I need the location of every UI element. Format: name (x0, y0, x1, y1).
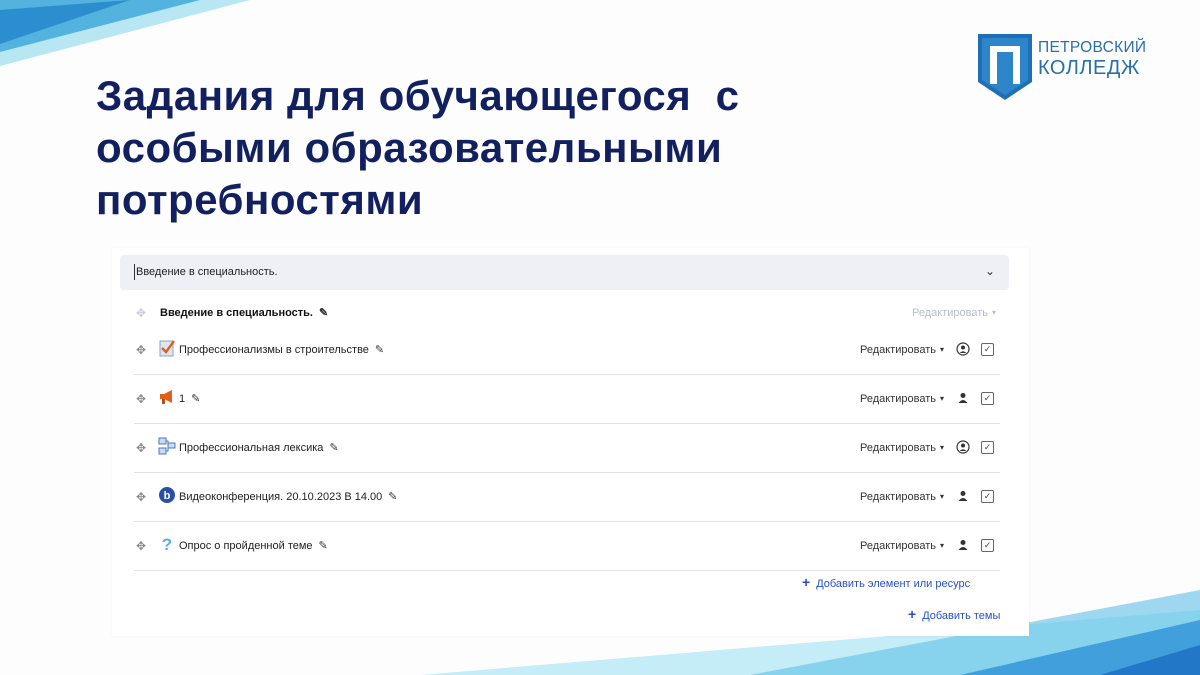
slide-title-line-3: потребностями (96, 176, 424, 223)
pencil-icon[interactable]: ✎ (329, 441, 338, 455)
logo-line-2: КОЛЛЕДЖ (1038, 57, 1140, 79)
pencil-icon[interactable]: ✎ (191, 392, 200, 406)
slide-title-line-2: особыми образовательными (96, 124, 723, 171)
move-icon[interactable]: ✥ (136, 489, 146, 505)
edit-menu[interactable]: Редактировать ▾ (860, 539, 944, 553)
section-title-row: ✥ Введение в специальность. ✎ Редактирова… (134, 302, 1000, 324)
section-header-label: Введение в специальность. (136, 266, 278, 278)
completion-checkbox[interactable]: ✓ (981, 392, 994, 405)
activity-row: ✥ Профессиональная лексика ✎ Редактироват… (134, 424, 1000, 473)
chevron-down-icon[interactable]: ⌄ (985, 263, 995, 279)
group-icon[interactable] (956, 440, 970, 454)
edit-menu[interactable]: Редактировать ▾ (860, 392, 944, 406)
svg-text:?: ? (162, 535, 172, 553)
move-icon[interactable]: ✥ (136, 538, 146, 554)
activity-name[interactable]: Видеоконференция. 20.10.2023 В 14.00 ✎ (179, 490, 398, 504)
section-collapse-header[interactable]: Введение в специальность. ⌄ (120, 255, 1009, 290)
edit-label: Редактировать (859, 442, 936, 454)
activity-row: ✥ 1 ✎ Редактировать ▾ ✓ (134, 375, 1000, 424)
move-icon[interactable]: ✥ (136, 391, 146, 407)
caret-down-icon: ▾ (939, 492, 944, 502)
caret-down-icon: ▾ (939, 443, 944, 453)
assignment-icon (159, 340, 175, 357)
edit-menu[interactable]: Редактировать ▾ (860, 441, 944, 455)
user-icon[interactable] (956, 391, 970, 405)
pencil-icon[interactable]: ✎ (319, 539, 328, 553)
add-topic-link[interactable]: + Добавить темы (908, 607, 1000, 623)
move-icon[interactable]: ✥ (136, 342, 146, 358)
edit-menu[interactable]: Редактировать ▾ (860, 343, 944, 357)
edit-label: Редактировать (859, 491, 936, 503)
activity-row: ✥ ? Опрос о пройденной теме ✎ Редактирова… (134, 522, 1000, 571)
activity-name[interactable]: Профессиональная лексика ✎ (179, 441, 339, 455)
edit-label: Редактировать (859, 540, 936, 552)
edit-label: Редактировать (859, 393, 936, 405)
pencil-icon[interactable]: ✎ (319, 306, 328, 320)
activity-name-text: Опрос о пройденной теме (179, 540, 313, 552)
move-icon[interactable]: ✥ (136, 305, 146, 321)
glossary-icon (158, 437, 176, 455)
completion-checkbox[interactable]: ✓ (981, 539, 994, 552)
group-icon[interactable] (956, 342, 970, 356)
slide-title: Задания для обучающегося с особыми образ… (96, 70, 896, 226)
caret-down-icon: ▾ (991, 308, 996, 318)
activity-name-text: Профессиональная лексика (179, 442, 324, 454)
section-title-text: Введение в специальность. (160, 307, 313, 319)
announcement-icon (160, 390, 172, 404)
activity-row: ✥ b Видеоконференция. 20.10.2023 В 14.00… (134, 473, 1000, 522)
activity-name[interactable]: 1 ✎ (179, 392, 200, 406)
plus-icon: + (908, 606, 917, 622)
top-left-decoration (0, 0, 250, 66)
question-icon: ? (162, 535, 172, 553)
activity-name-text: Профессионализмы в строительстве (179, 344, 369, 356)
pencil-icon[interactable]: ✎ (388, 490, 397, 504)
caret-down-icon: ▾ (939, 541, 944, 551)
section-title: Введение в специальность. ✎ (160, 306, 328, 320)
activity-name[interactable]: Профессионализмы в строительстве ✎ (179, 343, 384, 357)
course-panel: Введение в специальность. ⌄ ✥ Введение в… (112, 248, 1029, 636)
add-resource-link[interactable]: + Добавить элемент или ресурс (802, 575, 970, 591)
activity-row: ✥ Профессионализмы в строительстве ✎ Реда… (134, 326, 1000, 375)
caret-down-icon: ▾ (939, 394, 944, 404)
user-icon[interactable] (956, 489, 970, 503)
move-icon[interactable]: ✥ (136, 440, 146, 456)
plus-icon: + (802, 574, 811, 590)
add-topic-label: Добавить темы (922, 610, 1001, 622)
svg-text:b: b (164, 490, 171, 502)
edit-menu[interactable]: Редактировать ▾ (860, 490, 944, 504)
activity-name[interactable]: Опрос о пройденной теме ✎ (179, 539, 328, 553)
add-resource-label: Добавить элемент или ресурс (816, 578, 971, 590)
activity-name-text: Видеоконференция. 20.10.2023 В 14.00 (179, 491, 383, 503)
section-edit-label: Редактировать (911, 307, 988, 319)
section-edit-menu[interactable]: Редактировать ▾ (912, 306, 996, 320)
college-logo: ПЕТРОВСКИЙ КОЛЛЕДЖ (976, 32, 1166, 104)
edit-label: Редактировать (859, 344, 936, 356)
logo-text: ПЕТРОВСКИЙ КОЛЛЕДЖ (1038, 38, 1146, 78)
bigbluebutton-icon: b (159, 487, 175, 503)
logo-shield-icon (978, 34, 1032, 100)
slide-title-line-1: Задания для обучающегося с (96, 72, 740, 119)
caret-down-icon: ▾ (939, 345, 944, 355)
text-cursor (134, 264, 135, 280)
logo-line-1: ПЕТРОВСКИЙ (1038, 39, 1147, 56)
completion-checkbox[interactable]: ✓ (981, 343, 994, 356)
pencil-icon[interactable]: ✎ (375, 343, 384, 357)
completion-checkbox[interactable]: ✓ (981, 490, 994, 503)
user-icon[interactable] (956, 538, 970, 552)
completion-checkbox[interactable]: ✓ (981, 441, 994, 454)
activity-name-text: 1 (179, 393, 186, 405)
